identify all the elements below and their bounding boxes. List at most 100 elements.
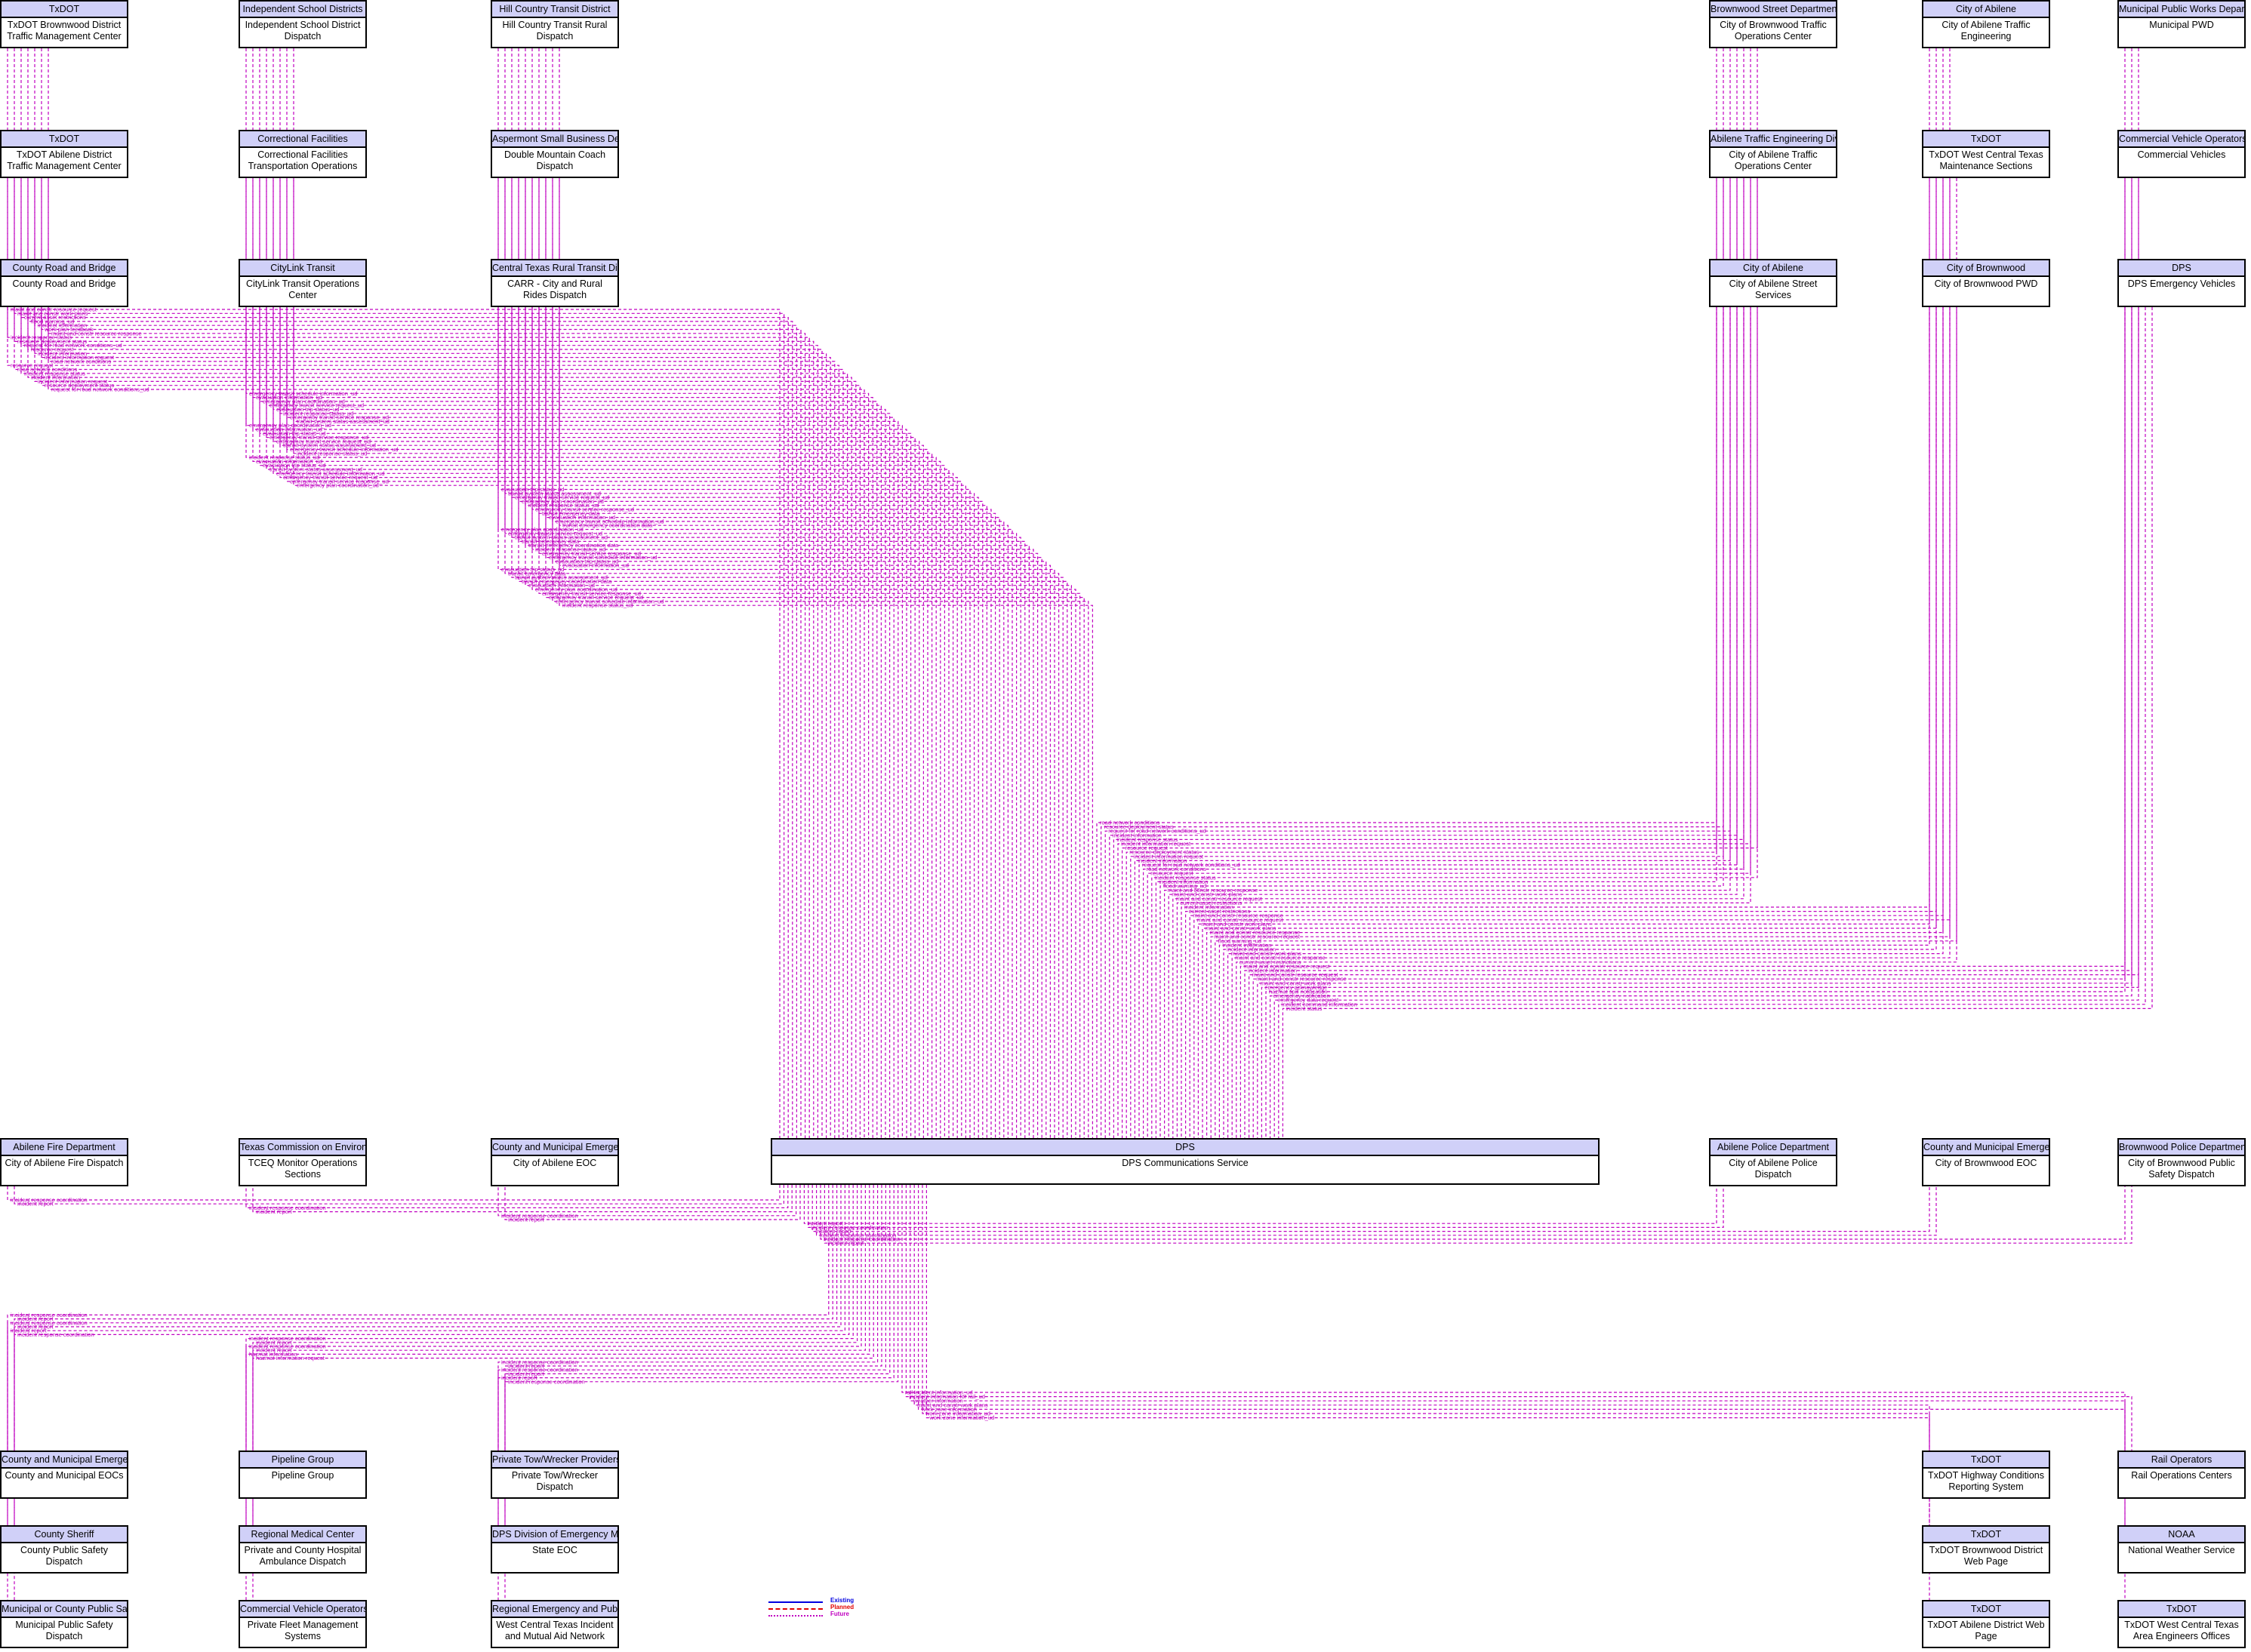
node-org: Correctional Facilities: [240, 131, 365, 148]
flow-bwd-pwd-4: current asset restrictions: [1236, 307, 1957, 1138]
flow-citylink-3: transit system status assessment_ud: [266, 307, 950, 1138]
node-name: National Weather Service: [2128, 1545, 2235, 1555]
flow-line: [1282, 307, 2153, 1138]
node-txdot-hcrs[interactable]: TxDOT TxDOT Highway Conditions Reporting …: [1922, 1450, 2050, 1499]
node-name: City of Brownwood Public Safety Dispatch: [2128, 1158, 2235, 1180]
flow-line: [905, 1185, 2132, 1450]
flow-line: [245, 307, 937, 1138]
node-bwd-psd[interactable]: Brownwood Police Department City of Brown…: [2117, 1138, 2246, 1186]
node-wctian[interactable]: Regional Emergency and Public Safe... Wes…: [491, 1600, 619, 1648]
node-txdot-wct-maint[interactable]: TxDOT TxDOT West Central Texas Maintenanc…: [1922, 130, 2050, 178]
flow-line: [1252, 178, 2126, 1138]
node-muni-psd[interactable]: Municipal or County Public Safety Municip…: [0, 1600, 128, 1648]
node-crb[interactable]: County Road and Bridge County Road and Br…: [0, 259, 128, 307]
flow-pipeline-0: incident response coordination: [245, 1185, 854, 1450]
node-dmc[interactable]: Aspermont Small Business Develop...Doubl…: [491, 130, 619, 178]
flow-dmc-4: transit emergency coordination data: [525, 178, 1030, 1138]
flow-abl-toc-2: incident information: [1134, 178, 1731, 1138]
flow-line: [48, 178, 836, 1138]
node-org: DPS: [2119, 260, 2244, 277]
node-isd[interactable]: Independent School Districts Independent …: [239, 0, 367, 48]
flow-muni-psd-0: incident report: [7, 1185, 845, 1600]
flow-muni-psd-1: incident response coordination: [14, 1185, 850, 1600]
flow-abl-street-3: maint and constr work plans: [1168, 307, 1738, 1138]
node-corr[interactable]: Correctional Facilities Correctional Faci…: [239, 130, 367, 178]
flow-line: [48, 307, 865, 1138]
flow-line: [245, 1185, 789, 1208]
node-name: Private Tow/Wrecker Dispatch: [511, 1470, 599, 1492]
node-org: TxDOT: [2119, 1601, 2244, 1618]
node-name: DPS Emergency Vehicles: [2127, 278, 2236, 289]
node-name: Hill Country Transit Rural Dispatch: [502, 20, 608, 42]
node-pipeline[interactable]: Pipeline Group Pipeline Group: [239, 1450, 367, 1499]
node-name: County Public Safety Dispatch: [20, 1545, 109, 1567]
flow-crb-3: incident information: [27, 307, 852, 1138]
node-abl-toc[interactable]: Abilene Traffic Engineering DivisionCity…: [1709, 130, 1837, 178]
node-hctd[interactable]: Hill Country Transit District Hill Countr…: [491, 0, 619, 48]
node-org: Brownwood Police Department: [2119, 1140, 2244, 1156]
flow-txdot-bwd-tmc-0: maint and constr resource request: [7, 48, 781, 1138]
flow-line: [7, 48, 781, 1138]
flow-dmc-8: evacuation trip status_ud: [552, 178, 1047, 1138]
flow-corr-7: incident response status_ud: [293, 178, 933, 1138]
node-name: TCEQ Monitor Operations Sections: [248, 1158, 358, 1180]
node-dps-ev[interactable]: DPS DPS Emergency Vehicles: [2117, 259, 2246, 307]
node-bwd-toc[interactable]: Brownwood Street Department City of Brown…: [1709, 0, 1837, 48]
node-abl-police[interactable]: Abilene Police Department City of Abilene…: [1709, 1138, 1837, 1186]
flow-abl-toc-3: request for road network conditions_ud: [1138, 178, 1738, 1138]
node-org: Commercial Vehicle Operators: [240, 1601, 365, 1618]
node-cm-eocs[interactable]: County and Municipal Emergency Ma...Coun…: [0, 1450, 128, 1499]
node-txdot-bwd-tmc[interactable]: TxDOT TxDOT Brownwood District Traffic Ma…: [0, 0, 128, 48]
node-rail[interactable]: Rail Operators Rail Operations Centers: [2117, 1450, 2246, 1499]
node-carr[interactable]: Central Texas Rural Transit DistrictCARR…: [491, 259, 619, 307]
flow-line: [1155, 307, 1717, 1138]
node-txdot-abl-web[interactable]: TxDOT TxDOT Abilene District Web Page: [1922, 1600, 2050, 1648]
node-bwd-eoc[interactable]: County and Municipal Emergency Ma... City…: [1922, 1138, 2050, 1186]
node-cvo-fleet[interactable]: Commercial Vehicle Operators Private Flee…: [239, 1600, 367, 1648]
legend-planned-line: [768, 1608, 823, 1610]
flow-bwd-toc-4: incident response status: [1113, 48, 1744, 1138]
node-sheriff[interactable]: County Sheriff County Public Safety Dispa…: [0, 1525, 128, 1574]
node-org: Municipal or County Public Safety: [2, 1601, 127, 1618]
flow-line: [901, 1185, 2126, 1450]
hub-node-dps-communications-service[interactable]: DPS DPS Communications Service: [771, 1138, 1600, 1185]
flow-line: [1168, 307, 1738, 1138]
node-txdot-bwd-web[interactable]: TxDOT TxDOT Brownwood District Web Page: [1922, 1525, 2050, 1574]
flow-line: [531, 307, 1076, 1138]
flow-abl-police-0: incident report: [803, 1185, 1717, 1227]
flow-line: [7, 1185, 781, 1201]
flow-line: [259, 307, 945, 1138]
flow-citylink-2: evacuation trip status_ud: [259, 307, 945, 1138]
flow-line: [34, 307, 857, 1138]
node-tceq[interactable]: Texas Commission on Environmental... TCEQ…: [239, 1138, 367, 1186]
flow-corr-0: emergency plan coordination_ud: [245, 178, 903, 1138]
node-abl-te[interactable]: City of Abilene City of Abilene Traffic E…: [1922, 0, 2050, 48]
node-cvo[interactable]: Commercial Vehicle Operators Commercial V…: [2117, 130, 2246, 178]
flow-txdot-abl-tmc-6: road network conditions: [48, 178, 836, 1138]
node-txdot-abl-tmc[interactable]: TxDOT TxDOT Abilene District Traffic Mana…: [0, 130, 128, 178]
flow-citylink-4: emergency transit schedule information_u…: [273, 307, 954, 1138]
flow-line: [1113, 48, 1744, 1138]
flow-line: [14, 1185, 842, 1525]
node-org: Independent School Districts: [240, 2, 365, 18]
flow-dmc-5: incident response status_ud: [531, 178, 1034, 1138]
node-name: City of Abilene Traffic Operations Cente…: [1729, 149, 1818, 171]
flow-line: [504, 307, 1060, 1138]
flow-label: incident report: [508, 1217, 544, 1223]
flow-line: [1143, 178, 1744, 1138]
node-muni-pwd[interactable]: Municipal Public Works Department Municip…: [2117, 0, 2246, 48]
node-txdot-wct-aeo[interactable]: TxDOT TxDOT West Central Texas Area Engin…: [2117, 1600, 2246, 1648]
flow-bwd-psd-1: incident report: [824, 1185, 2132, 1247]
node-state-eoc[interactable]: DPS Division of Emergency Manage... State…: [491, 1525, 619, 1574]
node-org: Abilene Police Department: [1711, 1140, 1836, 1156]
node-bwd-pwd[interactable]: City of Brownwood City of Brownwood PWD: [1922, 259, 2050, 307]
node-abl-eoc[interactable]: County and Municipal Emergency Ma... City…: [491, 1138, 619, 1186]
node-tow[interactable]: Private Tow/Wrecker Providers Private Tow…: [491, 1450, 619, 1499]
node-abl-fire[interactable]: Abilene Fire Department City of Abilene F…: [0, 1138, 128, 1186]
node-org: TxDOT: [1923, 131, 2049, 148]
node-abl-street[interactable]: City of Abilene City of Abilene Street Se…: [1709, 259, 1837, 307]
node-name: TxDOT Brownwood District Web Page: [1929, 1545, 2043, 1567]
node-noaa[interactable]: NOAA National Weather Service: [2117, 1525, 2246, 1574]
node-citylink[interactable]: CityLink Transit CityLink Transit Operati…: [239, 259, 367, 307]
node-rmc[interactable]: Regional Medical Center Private and Count…: [239, 1525, 367, 1574]
